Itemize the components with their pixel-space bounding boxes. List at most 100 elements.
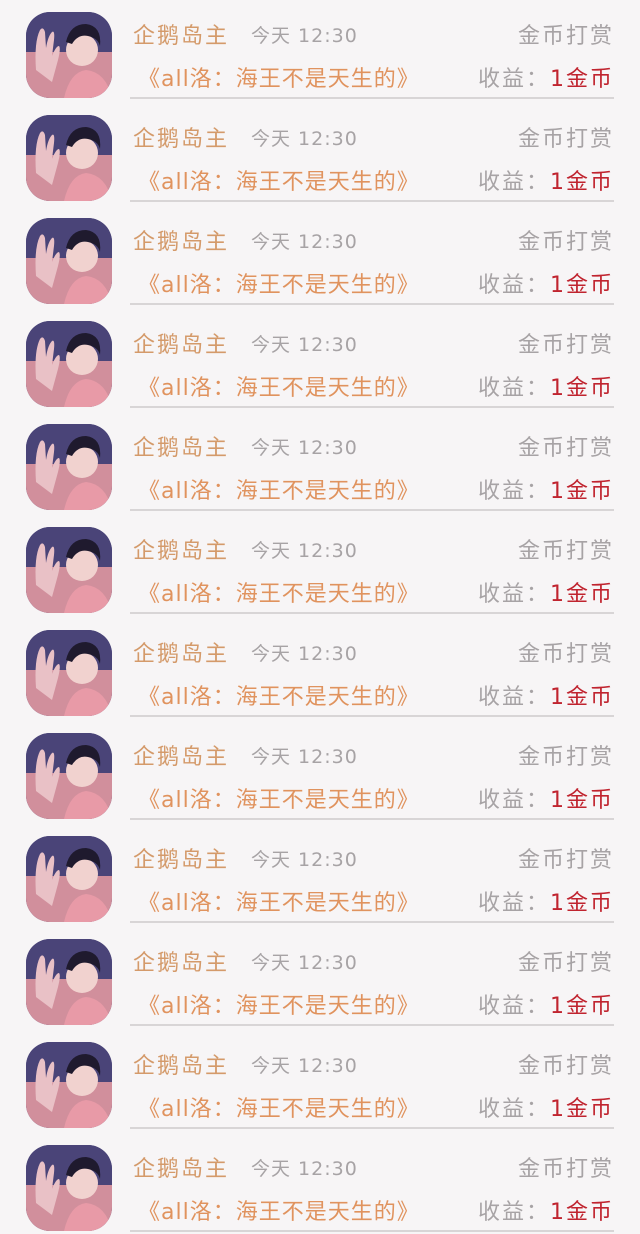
avatar[interactable]: [26, 733, 112, 819]
sender-name[interactable]: 企鹅岛主: [133, 636, 229, 668]
work-title-link[interactable]: 《all洛：海王不是天生的》: [138, 885, 420, 917]
list-item-header: 企鹅岛主 今天 12:30 金币打赏: [133, 636, 614, 668]
avatar[interactable]: [26, 836, 112, 922]
work-title-link[interactable]: 《all洛：海王不是天生的》: [138, 61, 420, 93]
sender-name[interactable]: 企鹅岛主: [133, 1048, 229, 1080]
work-title-link[interactable]: 《all洛：海王不是天生的》: [138, 370, 420, 402]
income-value: 1金币: [550, 1200, 614, 1225]
sender-name[interactable]: 企鹅岛主: [133, 121, 229, 153]
list-item-content: 企鹅岛主 今天 12:30 金币打赏 《all洛：海王不是天生的》 收益： 1金…: [130, 412, 614, 512]
sender-name[interactable]: 企鹅岛主: [133, 18, 229, 50]
list-item-detail: 《all洛：海王不是天生的》 收益： 1金币: [138, 60, 614, 94]
sender-name[interactable]: 企鹅岛主: [133, 327, 229, 359]
list-item-header: 企鹅岛主 今天 12:30 金币打赏: [133, 739, 614, 771]
divider: [130, 715, 614, 717]
list-item[interactable]: 企鹅岛主 今天 12:30 金币打赏 《all洛：海王不是天生的》 收益： 1金…: [0, 721, 640, 824]
list-item[interactable]: 企鹅岛主 今天 12:30 金币打赏 《all洛：海王不是天生的》 收益： 1金…: [0, 927, 640, 1030]
list-item[interactable]: 企鹅岛主 今天 12:30 金币打赏 《all洛：海王不是天生的》 收益： 1金…: [0, 1030, 640, 1133]
list-item-content: 企鹅岛主 今天 12:30 金币打赏 《all洛：海王不是天生的》 收益： 1金…: [130, 927, 614, 1027]
income-value: 1金币: [550, 891, 614, 916]
avatar-photo-icon: [26, 12, 112, 98]
list-item[interactable]: 企鹅岛主 今天 12:30 金币打赏 《all洛：海王不是天生的》 收益： 1金…: [0, 824, 640, 927]
list-item[interactable]: 企鹅岛主 今天 12:30 金币打赏 《all洛：海王不是天生的》 收益： 1金…: [0, 1133, 640, 1234]
avatar-photo-icon: [26, 836, 112, 922]
avatar-photo-icon: [26, 630, 112, 716]
list-item-content: 企鹅岛主 今天 12:30 金币打赏 《all洛：海王不是天生的》 收益： 1金…: [130, 1133, 614, 1233]
income-label: 收益：: [477, 170, 550, 195]
avatar[interactable]: [26, 1042, 112, 1128]
income-value: 1金币: [550, 479, 614, 504]
list-item[interactable]: 企鹅岛主 今天 12:30 金币打赏 《all洛：海王不是天生的》 收益： 1金…: [0, 412, 640, 515]
list-item[interactable]: 企鹅岛主 今天 12:30 金币打赏 《all洛：海王不是天生的》 收益： 1金…: [0, 206, 640, 309]
sender-name[interactable]: 企鹅岛主: [133, 533, 229, 565]
avatar[interactable]: [26, 321, 112, 407]
divider: [130, 97, 614, 99]
divider: [130, 509, 614, 511]
avatar-photo-icon: [26, 321, 112, 407]
divider: [130, 406, 614, 408]
avatar[interactable]: [26, 115, 112, 201]
list-item-content: 企鹅岛主 今天 12:30 金币打赏 《all洛：海王不是天生的》 收益： 1金…: [130, 824, 614, 924]
work-title-link[interactable]: 《all洛：海王不是天生的》: [138, 267, 420, 299]
avatar[interactable]: [26, 1145, 112, 1231]
work-title-link[interactable]: 《all洛：海王不是天生的》: [138, 473, 420, 505]
list-item-content: 企鹅岛主 今天 12:30 金币打赏 《all洛：海王不是天生的》 收益： 1金…: [130, 1030, 614, 1130]
sender-name[interactable]: 企鹅岛主: [133, 945, 229, 977]
list-item-header: 企鹅岛主 今天 12:30 金币打赏: [133, 18, 614, 50]
list-item-content: 企鹅岛主 今天 12:30 金币打赏 《all洛：海王不是天生的》 收益： 1金…: [130, 309, 614, 409]
list-item[interactable]: 企鹅岛主 今天 12:30 金币打赏 《all洛：海王不是天生的》 收益： 1金…: [0, 618, 640, 721]
list-item-content: 企鹅岛主 今天 12:30 金币打赏 《all洛：海王不是天生的》 收益： 1金…: [130, 618, 614, 718]
income-value: 1金币: [550, 582, 614, 607]
list-item-detail: 《all洛：海王不是天生的》 收益： 1金币: [138, 987, 614, 1021]
timestamp: 今天 12:30: [251, 1054, 358, 1077]
sender-name[interactable]: 企鹅岛主: [133, 224, 229, 256]
income-label: 收益：: [477, 582, 550, 607]
avatar[interactable]: [26, 424, 112, 510]
income-label: 收益：: [477, 994, 550, 1019]
work-title-link[interactable]: 《all洛：海王不是天生的》: [138, 782, 420, 814]
timestamp: 今天 12:30: [251, 24, 358, 47]
list-item-content: 企鹅岛主 今天 12:30 金币打赏 《all洛：海王不是天生的》 收益： 1金…: [130, 515, 614, 615]
avatar[interactable]: [26, 527, 112, 613]
sender-name[interactable]: 企鹅岛主: [133, 430, 229, 462]
sender-name[interactable]: 企鹅岛主: [133, 1151, 229, 1183]
work-title-link[interactable]: 《all洛：海王不是天生的》: [138, 1091, 420, 1123]
list-item-header: 企鹅岛主 今天 12:30 金币打赏: [133, 945, 614, 977]
work-title-link[interactable]: 《all洛：海王不是天生的》: [138, 576, 420, 608]
list-item-header: 企鹅岛主 今天 12:30 金币打赏: [133, 224, 614, 256]
avatar[interactable]: [26, 12, 112, 98]
avatar-photo-icon: [26, 218, 112, 304]
list-item-detail: 《all洛：海王不是天生的》 收益： 1金币: [138, 163, 614, 197]
list-item-detail: 《all洛：海王不是天生的》 收益： 1金币: [138, 678, 614, 712]
sender-name[interactable]: 企鹅岛主: [133, 739, 229, 771]
avatar-photo-icon: [26, 733, 112, 819]
list-item-header: 企鹅岛主 今天 12:30 金币打赏: [133, 327, 614, 359]
sender-name[interactable]: 企鹅岛主: [133, 842, 229, 874]
timestamp: 今天 12:30: [251, 642, 358, 665]
income-value: 1金币: [550, 67, 614, 92]
list-item-header: 企鹅岛主 今天 12:30 金币打赏: [133, 121, 614, 153]
list-item-content: 企鹅岛主 今天 12:30 金币打赏 《all洛：海王不是天生的》 收益： 1金…: [130, 0, 614, 100]
income-label: 收益：: [477, 376, 550, 401]
timestamp: 今天 12:30: [251, 951, 358, 974]
work-title-link[interactable]: 《all洛：海王不是天生的》: [138, 164, 420, 196]
avatar[interactable]: [26, 939, 112, 1025]
divider: [130, 818, 614, 820]
list-item-content: 企鹅岛主 今天 12:30 金币打赏 《all洛：海王不是天生的》 收益： 1金…: [130, 103, 614, 203]
work-title-link[interactable]: 《all洛：海王不是天生的》: [138, 1194, 420, 1226]
avatar[interactable]: [26, 630, 112, 716]
income-label: 收益：: [477, 1097, 550, 1122]
work-title-link[interactable]: 《all洛：海王不是天生的》: [138, 988, 420, 1020]
income-value: 1金币: [550, 273, 614, 298]
list-item[interactable]: 企鹅岛主 今天 12:30 金币打赏 《all洛：海王不是天生的》 收益： 1金…: [0, 0, 640, 103]
list-item[interactable]: 企鹅岛主 今天 12:30 金币打赏 《all洛：海王不是天生的》 收益： 1金…: [0, 309, 640, 412]
list-item[interactable]: 企鹅岛主 今天 12:30 金币打赏 《all洛：海王不是天生的》 收益： 1金…: [0, 103, 640, 206]
income-value: 1金币: [550, 994, 614, 1019]
avatar-photo-icon: [26, 115, 112, 201]
list-item-header: 企鹅岛主 今天 12:30 金币打赏: [133, 842, 614, 874]
work-title-link[interactable]: 《all洛：海王不是天生的》: [138, 679, 420, 711]
timestamp: 今天 12:30: [251, 436, 358, 459]
timestamp: 今天 12:30: [251, 127, 358, 150]
avatar[interactable]: [26, 218, 112, 304]
list-item[interactable]: 企鹅岛主 今天 12:30 金币打赏 《all洛：海王不是天生的》 收益： 1金…: [0, 515, 640, 618]
